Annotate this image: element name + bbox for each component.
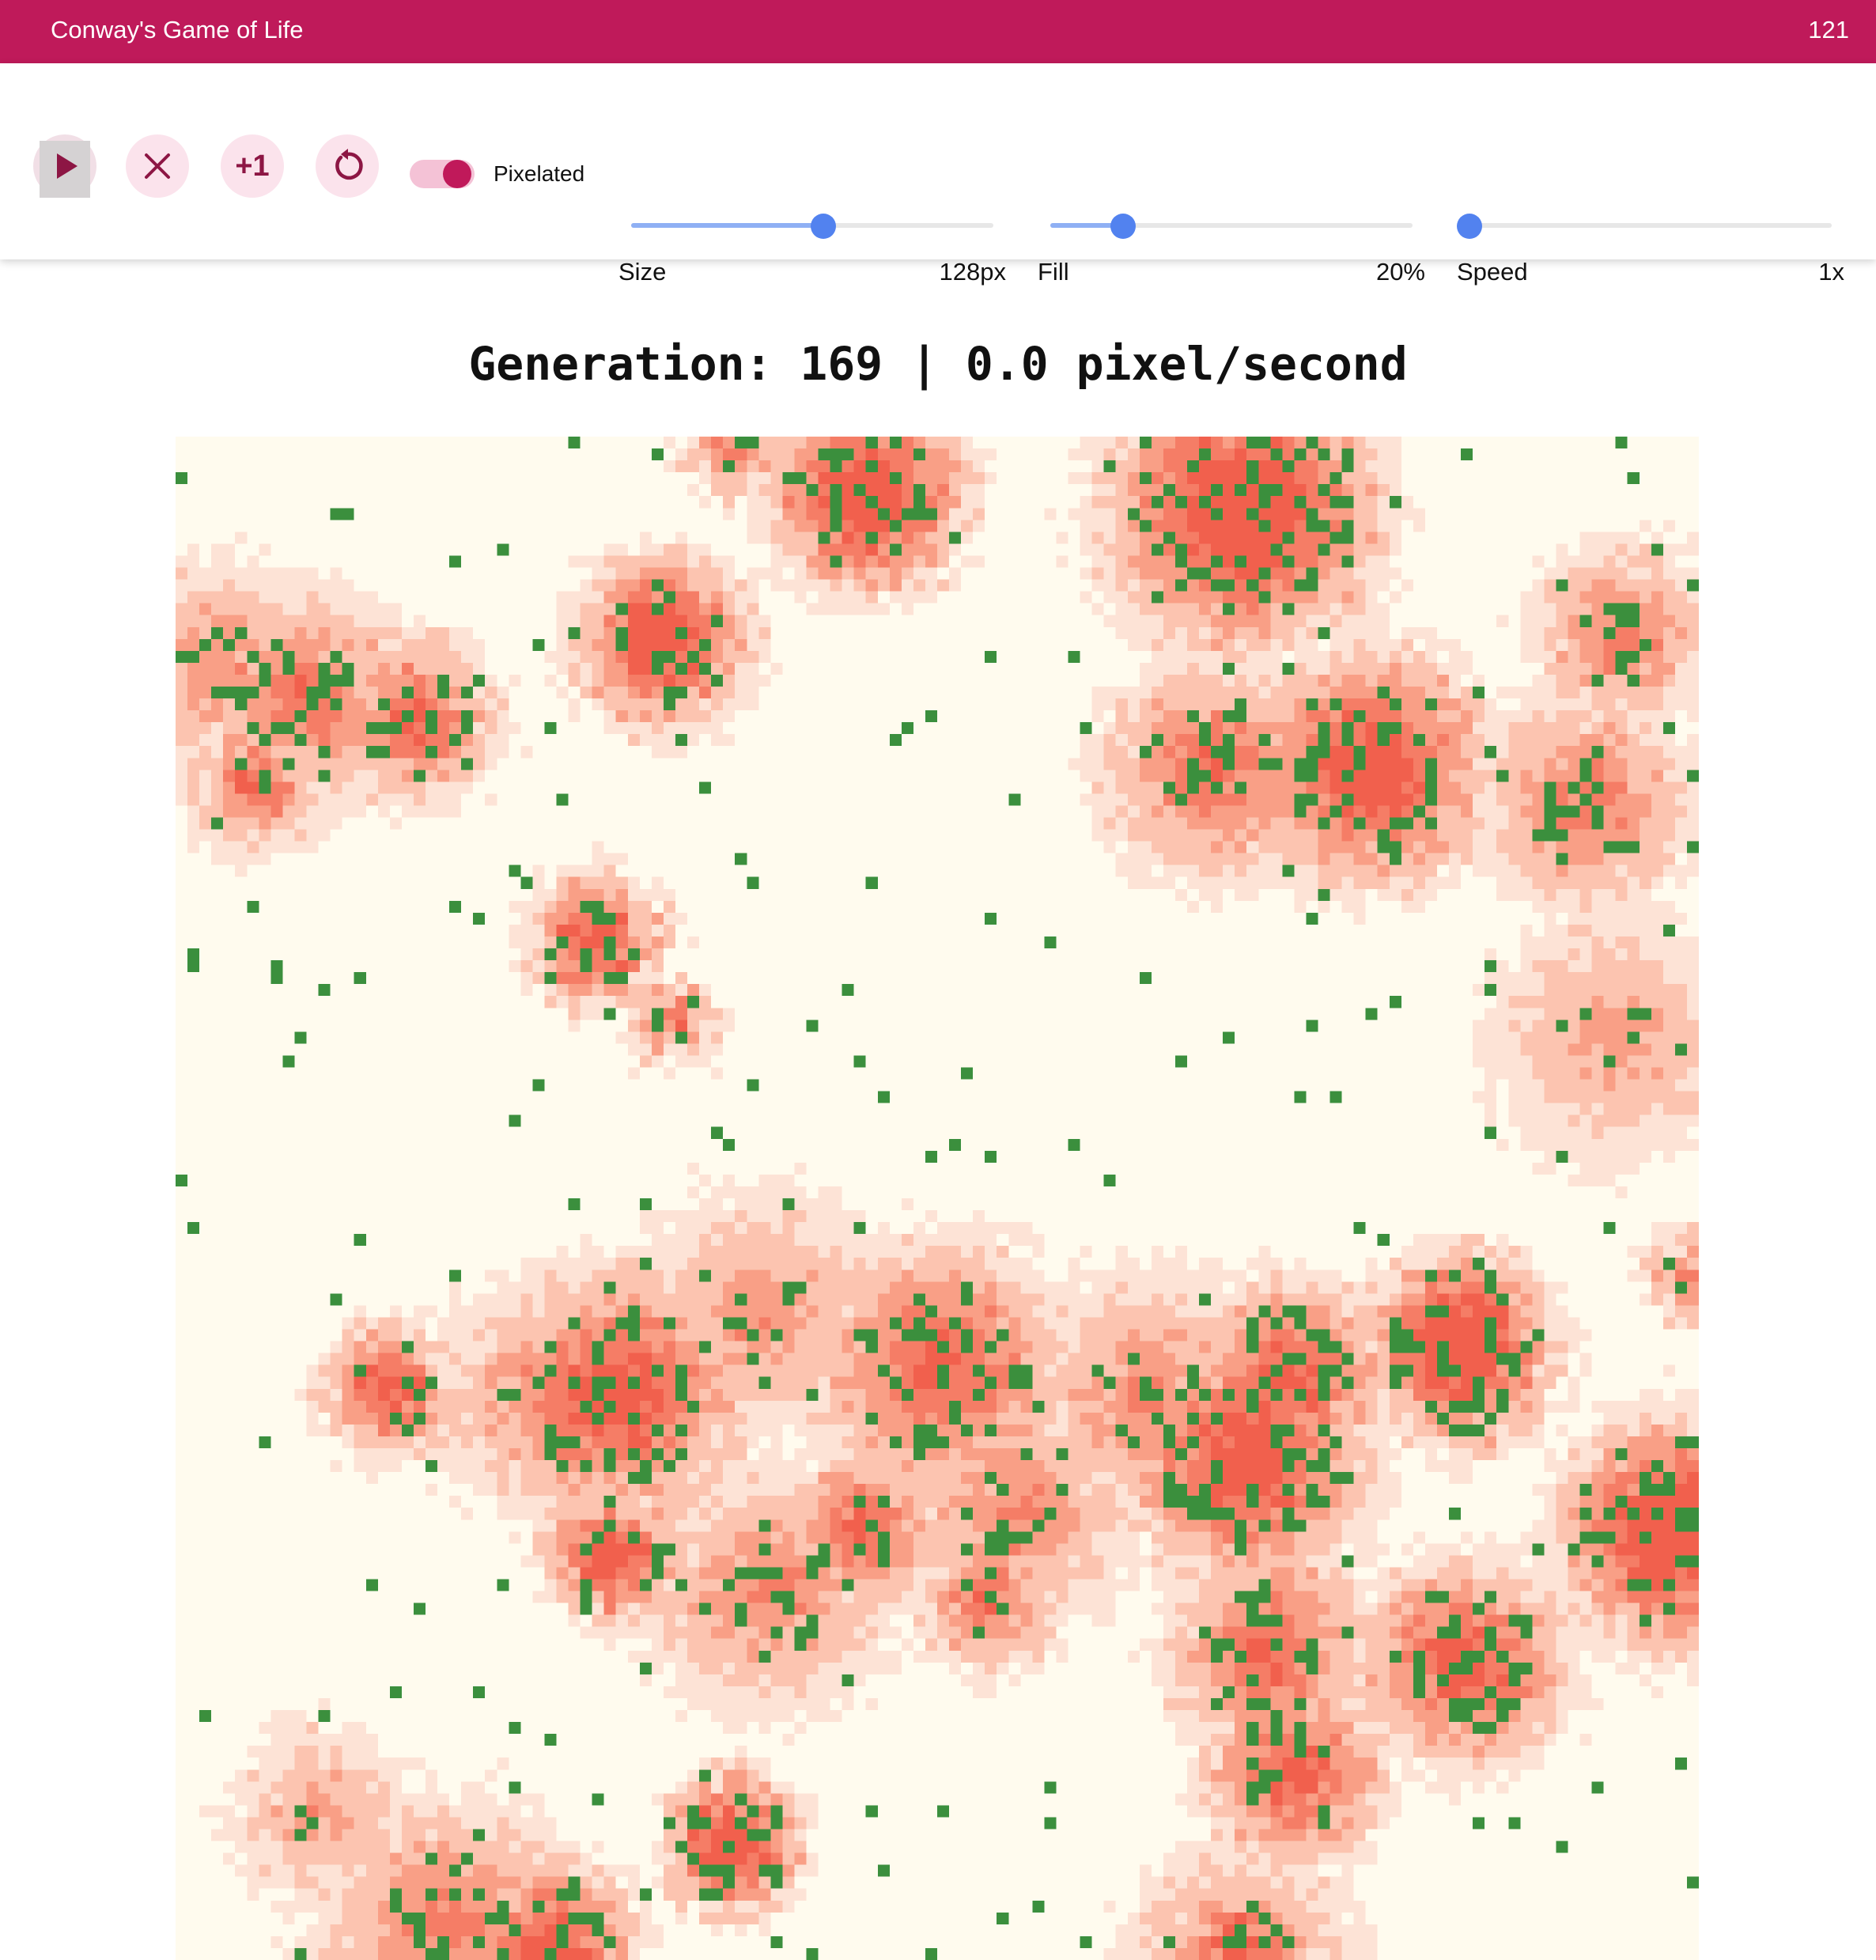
size-label: Size bbox=[618, 258, 667, 286]
speed-label: Speed bbox=[1457, 258, 1528, 286]
reset-icon bbox=[335, 149, 363, 180]
toolbar: +1 Pixelated Size 128px Fill 20% Speed 1… bbox=[0, 63, 1876, 286]
slider-knob[interactable] bbox=[1110, 214, 1136, 239]
play-icon bbox=[57, 153, 78, 179]
board-canvas[interactable] bbox=[176, 437, 1699, 1960]
step-label: +1 bbox=[235, 149, 270, 183]
fill-slider[interactable] bbox=[1050, 214, 1413, 239]
reset-button[interactable] bbox=[316, 134, 379, 198]
step-button[interactable]: +1 bbox=[221, 134, 284, 198]
toggle-thumb bbox=[443, 160, 471, 188]
close-icon bbox=[145, 153, 170, 179]
speed-value: 1x bbox=[1818, 258, 1844, 286]
play-button[interactable] bbox=[33, 134, 96, 198]
slider-fill bbox=[631, 223, 823, 228]
fill-label: Fill bbox=[1038, 258, 1069, 286]
slider-knob[interactable] bbox=[810, 214, 836, 239]
generation-status: Generation: 169 | 0.0 pixel/second bbox=[468, 337, 1408, 391]
size-slider[interactable] bbox=[631, 214, 993, 239]
fill-value: 20% bbox=[1375, 258, 1425, 286]
slider-knob[interactable] bbox=[1457, 214, 1482, 239]
population-count: 121 bbox=[1808, 16, 1849, 44]
app-bar: Conway's Game of Life 121 bbox=[0, 0, 1876, 63]
pixelated-toggle[interactable] bbox=[410, 153, 475, 195]
game-board[interactable] bbox=[176, 437, 1699, 1960]
clear-button[interactable] bbox=[126, 134, 189, 198]
slider-rail bbox=[1469, 223, 1832, 228]
app-title: Conway's Game of Life bbox=[51, 16, 304, 44]
size-value: 128px bbox=[939, 258, 1006, 286]
pixelated-label: Pixelated bbox=[494, 161, 585, 186]
speed-slider[interactable] bbox=[1457, 214, 1832, 239]
